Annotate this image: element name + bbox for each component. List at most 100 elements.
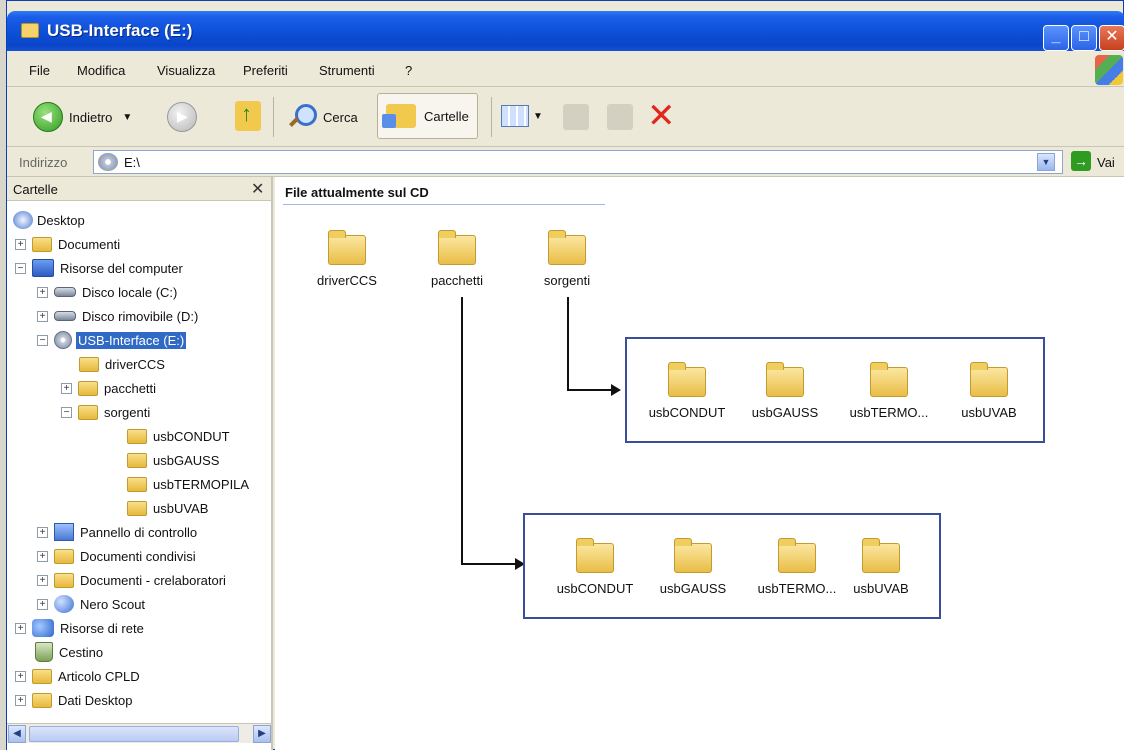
scroll-right-icon[interactable]: ▶ bbox=[253, 725, 271, 743]
back-dropdown-icon[interactable]: ▼ bbox=[122, 112, 132, 123]
tree-item-documenti[interactable]: + Documenti bbox=[15, 233, 120, 255]
views-button[interactable]: ▼ bbox=[501, 105, 543, 127]
address-input[interactable]: E:\ bbox=[93, 150, 1063, 174]
folder-item-usbcondut[interactable]: usbCONDUT bbox=[545, 538, 645, 596]
tree-item-label: usbCONDUT bbox=[153, 428, 230, 444]
tree-item-documenti-crelaboratori[interactable]: + Documenti - crelaboratori bbox=[37, 569, 226, 591]
close-pane-icon[interactable]: ✕ bbox=[251, 179, 264, 199]
tree-item-dati-desktop[interactable]: + Dati Desktop bbox=[15, 689, 132, 711]
tree-item-cestino[interactable]: Cestino bbox=[35, 641, 103, 663]
folder-item-pacchetti[interactable]: pacchetti bbox=[407, 230, 507, 288]
folder-icon bbox=[127, 476, 147, 492]
toolbar-separator bbox=[491, 97, 492, 137]
folder-item-driverccs[interactable]: driverCCS bbox=[297, 230, 397, 288]
content-pane: File attualmente sul CD driverCCS pacche… bbox=[275, 177, 1124, 750]
tree-item-label: Risorse del computer bbox=[60, 260, 183, 276]
menu-strumenti[interactable]: Strumenti bbox=[319, 63, 375, 78]
horizontal-scrollbar[interactable]: ◀ ▶ bbox=[7, 723, 271, 743]
folder-label: usbTERMO... bbox=[849, 405, 929, 420]
folder-label: usbGAUSS bbox=[751, 405, 819, 420]
folder-item-sorgenti[interactable]: sorgenti bbox=[517, 230, 617, 288]
tree-item-usbtermopila[interactable]: usbTERMOPILA bbox=[127, 473, 249, 495]
expand-icon[interactable]: + bbox=[15, 238, 26, 250]
tree-item-nero-scout[interactable]: + Nero Scout bbox=[37, 593, 145, 615]
tree-item-risorse-computer[interactable]: − Risorse del computer bbox=[15, 257, 183, 279]
up-folder-button[interactable] bbox=[235, 101, 261, 131]
menu-preferiti[interactable]: Preferiti bbox=[243, 63, 288, 78]
tree-item-risorse-rete[interactable]: + Risorse di rete bbox=[15, 617, 144, 639]
folders-button[interactable]: Cartelle bbox=[377, 93, 478, 139]
tree-item-usbuvab[interactable]: usbUVAB bbox=[127, 497, 208, 519]
collapse-icon[interactable]: − bbox=[61, 406, 72, 418]
tree-item-pannello-controllo[interactable]: + Pannello di controllo bbox=[37, 521, 197, 543]
tree-item-driverccs[interactable]: driverCCS bbox=[79, 353, 165, 375]
tree-item-desktop[interactable]: Desktop bbox=[13, 209, 85, 231]
expand-icon[interactable]: + bbox=[37, 598, 48, 610]
address-dropdown-icon[interactable]: ▼ bbox=[1037, 153, 1055, 171]
section-title: File attualmente sul CD bbox=[285, 185, 429, 200]
folder-icon bbox=[127, 428, 147, 444]
tree-item-label: usbUVAB bbox=[153, 500, 209, 516]
expand-icon[interactable]: + bbox=[15, 670, 26, 682]
close-button[interactable]: ✕ bbox=[1099, 25, 1124, 51]
tree-item-documenti-condivisi[interactable]: + Documenti condivisi bbox=[37, 545, 196, 567]
title-bar[interactable]: USB-Interface (E:) _ □ ✕ bbox=[7, 11, 1124, 51]
menu-help[interactable]: ? bbox=[405, 63, 412, 78]
folder-icon bbox=[576, 538, 614, 573]
expand-icon[interactable]: + bbox=[15, 622, 26, 634]
expand-icon[interactable]: + bbox=[37, 310, 48, 322]
folder-item-usbcondut[interactable]: usbCONDUT bbox=[637, 362, 737, 420]
search-label: Cerca bbox=[323, 109, 358, 125]
tree-item-disco-c[interactable]: + Disco locale (C:) bbox=[37, 281, 177, 303]
copy-to-button[interactable] bbox=[607, 104, 633, 130]
toolbar-separator bbox=[273, 97, 274, 137]
scrollbar-thumb[interactable] bbox=[29, 726, 239, 742]
expand-icon[interactable]: + bbox=[37, 526, 48, 538]
collapse-icon[interactable]: − bbox=[37, 334, 48, 346]
window-title: USB-Interface (E:) bbox=[47, 21, 193, 40]
collapse-icon[interactable]: − bbox=[15, 262, 26, 274]
folders-label: Cartelle bbox=[424, 108, 469, 124]
expand-icon[interactable]: + bbox=[37, 550, 48, 562]
expand-icon[interactable]: + bbox=[37, 574, 48, 586]
folder-item-usbuvab[interactable]: usbUVAB bbox=[831, 538, 931, 596]
folder-icon bbox=[668, 362, 706, 397]
folder-label: usbCONDUT bbox=[648, 405, 726, 420]
menu-file[interactable]: File bbox=[29, 63, 50, 78]
tree-item-usbcondut[interactable]: usbCONDUT bbox=[127, 425, 230, 447]
back-label: Indietro bbox=[69, 109, 113, 125]
back-button[interactable]: Indietro ▼ bbox=[33, 102, 132, 132]
tree-item-disco-d[interactable]: + Disco rimovibile (D:) bbox=[37, 305, 198, 327]
tree-item-usb-interface[interactable]: − USB-Interface (E:) bbox=[37, 329, 187, 351]
search-button[interactable]: Cerca bbox=[287, 102, 358, 132]
folders-pane: Cartelle ✕ Desktop + Documenti − Risorse… bbox=[7, 177, 273, 750]
control-panel-icon bbox=[54, 523, 74, 541]
menu-bar: File Modifica Visualizza Preferiti Strum… bbox=[7, 51, 1124, 87]
expand-icon[interactable]: + bbox=[37, 286, 48, 298]
delete-button[interactable]: ✕ bbox=[647, 99, 676, 133]
go-button[interactable]: Vai bbox=[1097, 155, 1115, 170]
expand-icon[interactable]: + bbox=[15, 694, 26, 706]
maximize-button[interactable]: □ bbox=[1071, 25, 1097, 51]
tree-item-label: usbGAUSS bbox=[153, 452, 220, 468]
tree-item-label: Desktop bbox=[37, 212, 85, 228]
folder-icon bbox=[32, 692, 52, 708]
folder-item-usbtermo[interactable]: usbTERMO... bbox=[839, 362, 939, 420]
go-arrow-icon[interactable]: → bbox=[1071, 151, 1091, 171]
expand-icon[interactable]: + bbox=[61, 382, 72, 394]
menu-visualizza[interactable]: Visualizza bbox=[157, 63, 215, 78]
tree-item-sorgenti[interactable]: − sorgenti bbox=[61, 401, 150, 423]
tree-item-pacchetti[interactable]: + pacchetti bbox=[61, 377, 156, 399]
tree-item-articolo-cpld[interactable]: + Articolo CPLD bbox=[15, 665, 140, 687]
connector-line bbox=[567, 389, 611, 391]
folder-item-usbgauss[interactable]: usbGAUSS bbox=[735, 362, 835, 420]
scroll-left-icon[interactable]: ◀ bbox=[8, 725, 26, 743]
tree-item-label: Pannello di controllo bbox=[80, 524, 198, 540]
tree-item-usbgauss[interactable]: usbGAUSS bbox=[127, 449, 219, 471]
minimize-button[interactable]: _ bbox=[1043, 25, 1069, 51]
folder-item-usbuvab[interactable]: usbUVAB bbox=[939, 362, 1039, 420]
forward-button[interactable] bbox=[167, 102, 197, 132]
move-to-button[interactable] bbox=[563, 104, 589, 130]
folder-item-usbgauss[interactable]: usbGAUSS bbox=[643, 538, 743, 596]
menu-modifica[interactable]: Modifica bbox=[77, 63, 125, 78]
